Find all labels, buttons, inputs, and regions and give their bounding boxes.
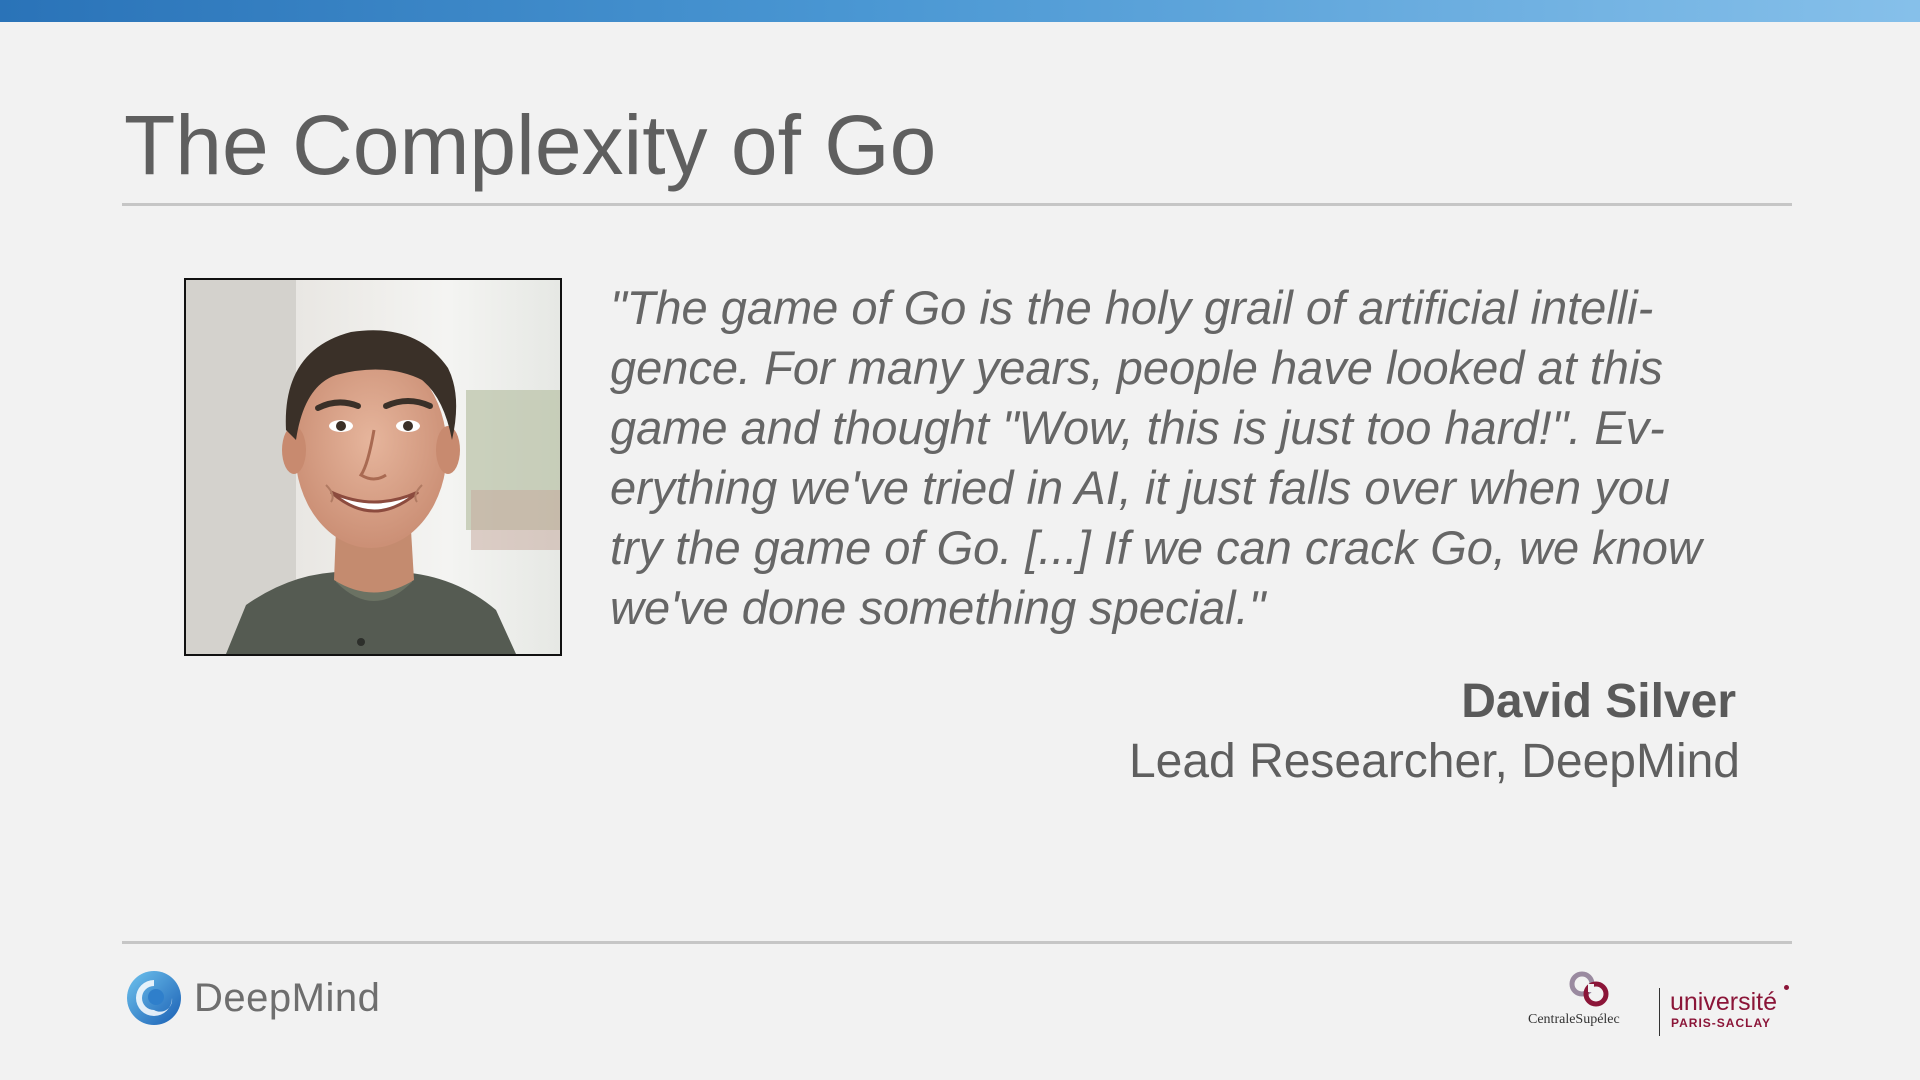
- author-role: Lead Researcher, DeepMind: [1128, 735, 1740, 788]
- paris-saclay-text: PARIS-SACLAY: [1671, 1016, 1772, 1030]
- quote-line: game and thought "Wow, this is just too …: [610, 401, 1665, 454]
- quote-line: gence. For many years, people have looke…: [610, 341, 1663, 394]
- universite-dot: [1784, 985, 1789, 990]
- title-divider: [122, 203, 1792, 206]
- portrait-photo: [184, 278, 562, 656]
- universite-text: université: [1670, 988, 1777, 1016]
- quote-line: "The game of Go is the holy grail of art…: [610, 281, 1654, 334]
- quote-text: "The game of Go is the holy grail of art…: [610, 278, 1740, 638]
- deepmind-logo-icon: [127, 971, 181, 1025]
- logo-separator: [1659, 988, 1660, 1036]
- deepmind-logo-text: DeepMind: [194, 975, 381, 1020]
- quote-line: we've done something special.": [610, 581, 1266, 634]
- quote-line: erything we've tried in AI, it just fall…: [610, 461, 1671, 514]
- centralesupelec-logo-icon: [1569, 971, 1609, 1007]
- quote-line: try the game of Go. [...] If we can crac…: [610, 521, 1702, 574]
- centralesupelec-text: CentraleSupélec: [1528, 1012, 1620, 1027]
- partner-logos: CentraleSupélec université PARIS-SACLAY: [1528, 968, 1796, 1038]
- page-title: The Complexity of Go: [124, 98, 937, 192]
- top-accent-bar: [0, 0, 1920, 22]
- person-photo-icon: [186, 280, 560, 654]
- author-name: David Silver: [1461, 675, 1736, 728]
- deepmind-logo: DeepMind: [126, 970, 380, 1026]
- footer-divider: [122, 941, 1792, 944]
